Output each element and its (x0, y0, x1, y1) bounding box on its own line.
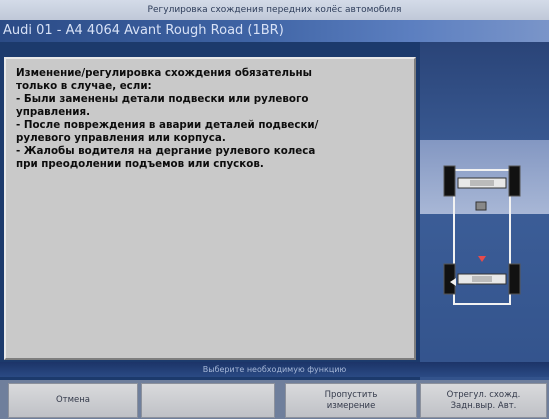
wheel-alignment-icon (443, 165, 521, 305)
vehicle-label: Audi 01 - A4 4064 Avant Rough Road (1BR) (0, 20, 549, 42)
function-button-bar: Отмена Пропустить измерение Отрегул. схо… (0, 380, 549, 419)
dialog-line: - Были заменены детали подвески или руле… (16, 93, 309, 105)
dialog-message: Изменение/регулировка схождения обязател… (16, 67, 401, 171)
dialog-line: - После повреждения в аварии деталей под… (16, 119, 319, 131)
info-dialog: Изменение/регулировка схождения обязател… (4, 57, 416, 360)
status-bar: Выберите необходимую функцию (0, 362, 549, 377)
dialog-line: - Жалобы водителя на дергание рулевого к… (16, 145, 316, 157)
adjust-toe-button[interactable]: Отрегул. схожд. Задн.выр. Авт. (420, 383, 547, 418)
dialog-line: при преодолении подъемов или спусков. (16, 158, 264, 170)
dialog-line: рулевого управления или корпуса. (16, 132, 226, 144)
cancel-button-label: Отмена (55, 395, 91, 405)
adjust-button-label-1: Отрегул. схожд. (446, 389, 521, 400)
dialog-line: только в случае, если: (16, 80, 152, 92)
empty-button[interactable] (141, 383, 275, 418)
cancel-button[interactable]: Отмена (8, 383, 138, 418)
dialog-line: Изменение/регулировка схождения обязател… (16, 67, 312, 79)
skip-measurement-button[interactable]: Пропустить измерение (285, 383, 417, 418)
skip-button-label-2: измерение (326, 400, 376, 411)
window-title: Регулировка схождения передних колёс авт… (0, 0, 549, 21)
adjust-button-label-2: Задн.выр. Авт. (450, 400, 517, 411)
skip-button-label-1: Пропустить (324, 389, 378, 400)
dialog-line: управления. (16, 106, 91, 118)
